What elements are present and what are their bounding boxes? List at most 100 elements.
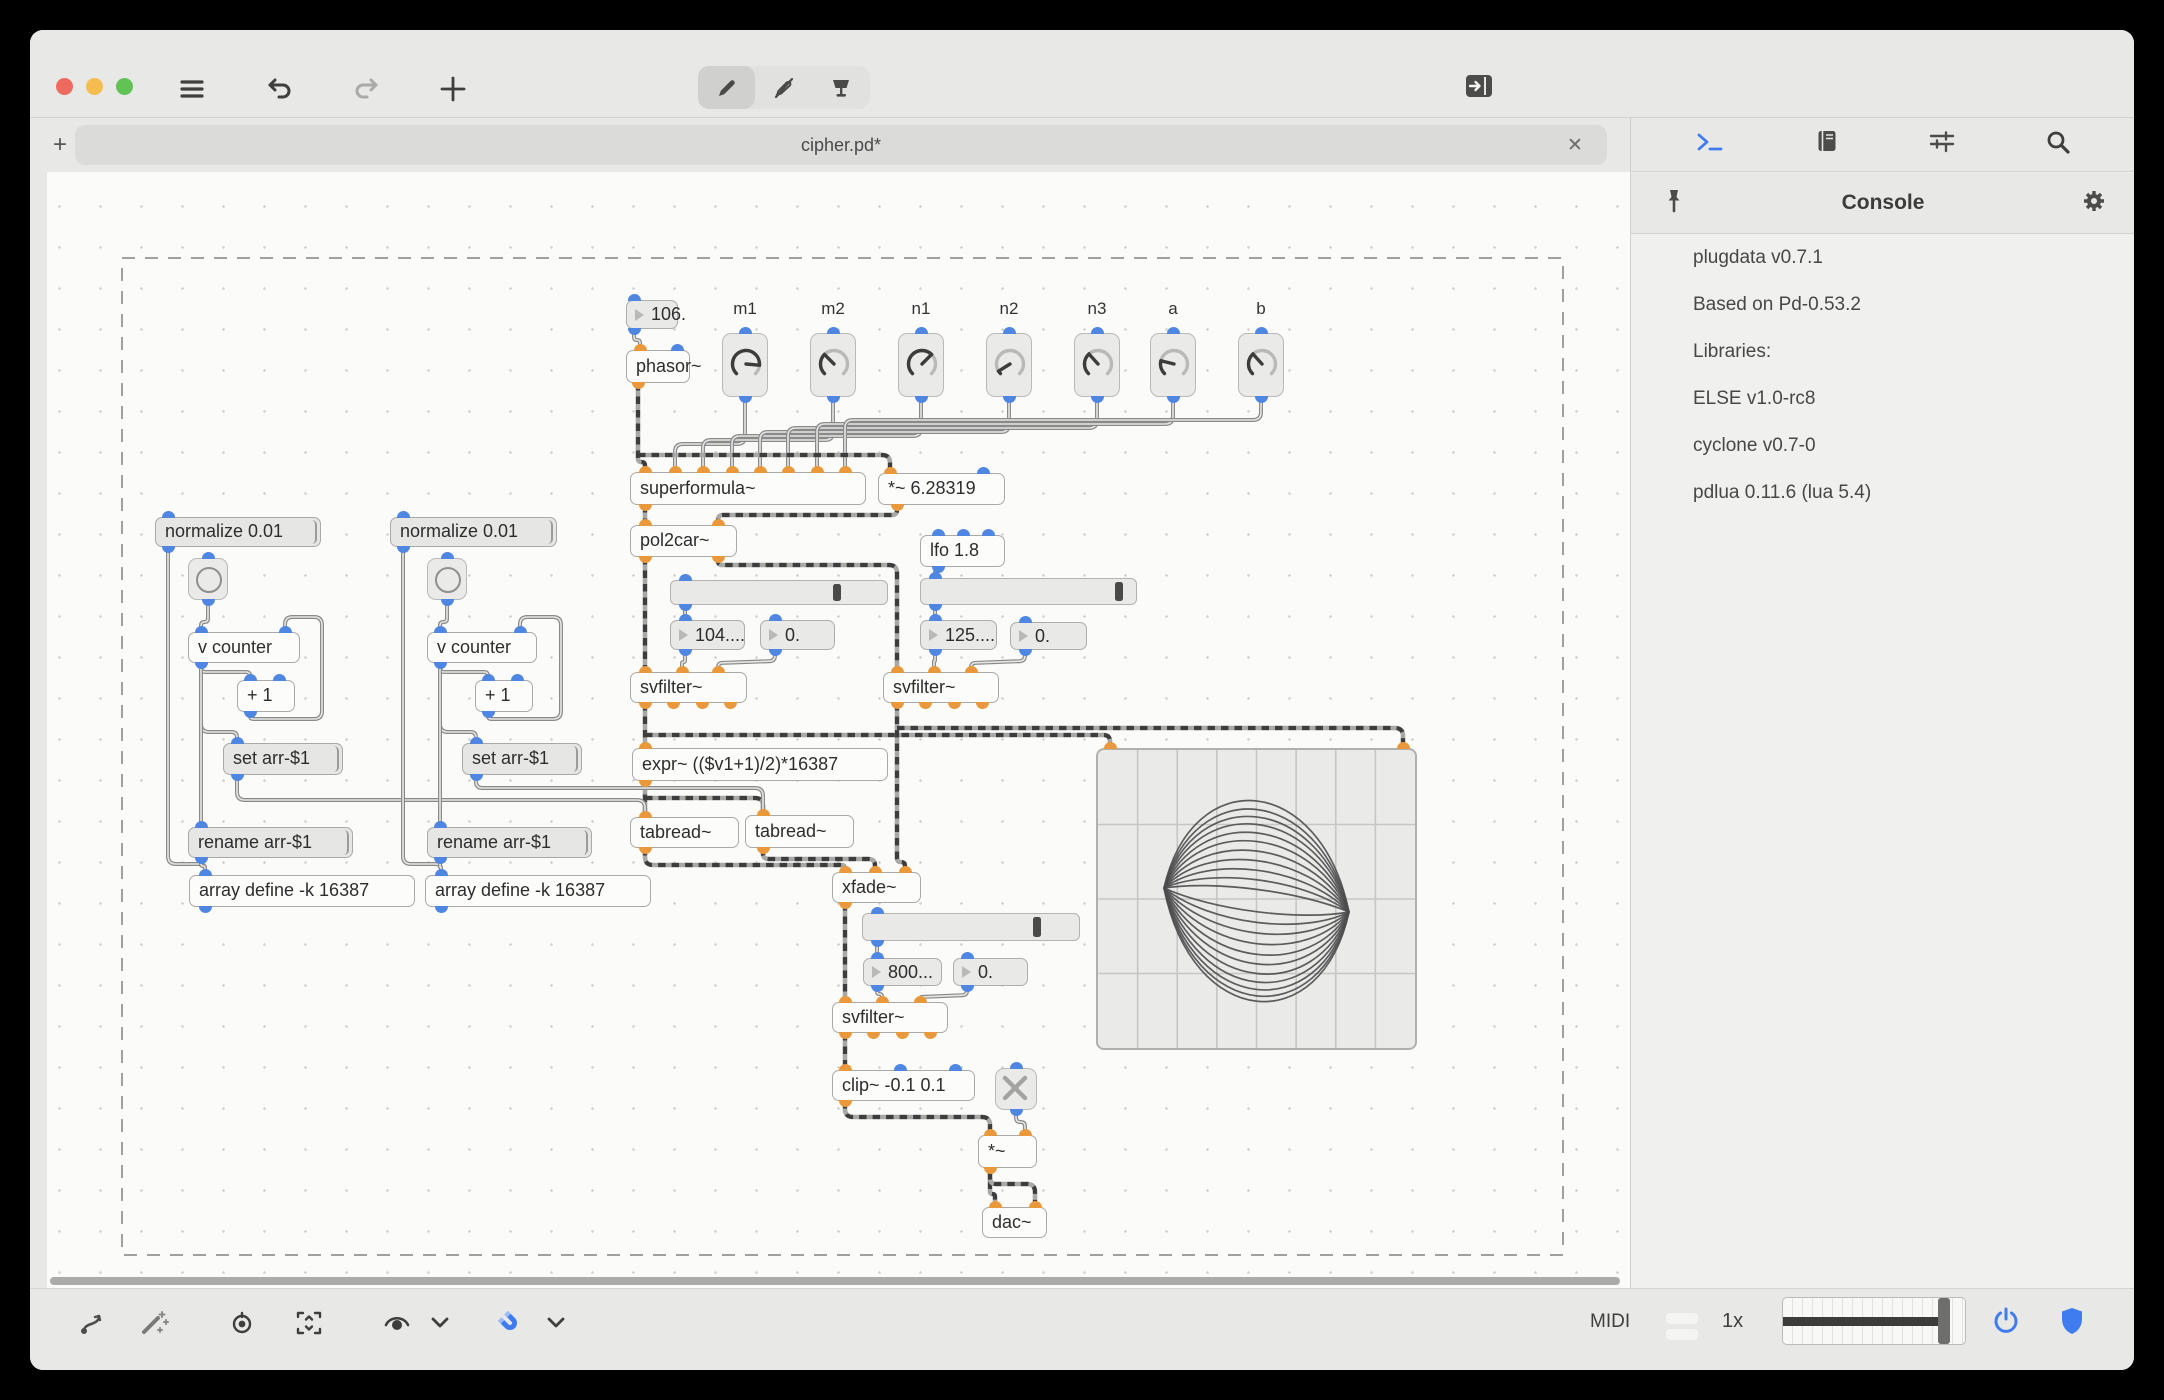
volume-slider[interactable]: [1782, 1297, 1966, 1345]
inlet[interactable]: [1254, 327, 1268, 334]
overlay-visibility-button[interactable]: [377, 1303, 417, 1343]
node-normA[interactable]: normalize 0.01: [155, 517, 321, 547]
node-setB[interactable]: set arr-$1: [462, 743, 582, 775]
node-lfo[interactable]: lfo 1.8: [920, 535, 1005, 567]
inlet[interactable]: [678, 574, 692, 581]
node-svfL[interactable]: svfilter~: [630, 672, 747, 703]
inlet[interactable]: [838, 996, 852, 1003]
inlet[interactable]: [756, 809, 770, 816]
close-window-button[interactable]: [56, 78, 73, 95]
inlet[interactable]: [983, 1129, 997, 1136]
patch-canvas[interactable]: 106. phasor~ m1 m2 n1 n2 n3 a b superformula~ *~ 6…: [47, 172, 1630, 1288]
close-tab-button[interactable]: ✕: [1563, 133, 1587, 157]
inlet[interactable]: [928, 572, 942, 579]
inlet[interactable]: [243, 674, 257, 681]
inlet[interactable]: [678, 614, 692, 621]
node-dac[interactable]: dac~: [982, 1207, 1047, 1238]
inlet[interactable]: [870, 952, 884, 959]
dsp-power-button[interactable]: [1986, 1301, 2026, 1341]
inlet[interactable]: [914, 327, 928, 334]
tab-cipher[interactable]: cipher.pd* ✕: [75, 125, 1607, 165]
volume-handle[interactable]: [1938, 1298, 1951, 1344]
inlet[interactable]: [638, 466, 652, 473]
node-clip[interactable]: clip~ -0.1 0.1: [832, 1070, 975, 1101]
node-bangA[interactable]: [188, 558, 228, 600]
inlet[interactable]: [675, 666, 689, 673]
node-tabreadR[interactable]: tabread~: [745, 815, 854, 848]
inlet[interactable]: [981, 529, 995, 536]
inlet[interactable]: [469, 737, 483, 744]
node-renameA[interactable]: rename arr-$1: [188, 827, 353, 858]
node-num800[interactable]: 800...: [863, 958, 942, 986]
tab-documentation[interactable]: [1814, 129, 1840, 160]
snap-dropdown-button[interactable]: [536, 1303, 576, 1343]
protect-button[interactable]: [2052, 1301, 2092, 1341]
inlet[interactable]: [638, 666, 652, 673]
node-pol2car[interactable]: pol2car~: [630, 525, 737, 557]
fit-to-screen-button[interactable]: [289, 1303, 329, 1343]
tab-search[interactable]: [2045, 129, 2071, 160]
inlet[interactable]: [931, 529, 945, 536]
inlet[interactable]: [725, 466, 739, 473]
presentation-mode-button[interactable]: [813, 66, 870, 109]
edit-mode-button[interactable]: [698, 66, 756, 109]
inlet[interactable]: [1103, 742, 1117, 749]
inlet[interactable]: [711, 666, 725, 673]
inlet[interactable]: [927, 666, 941, 673]
inlet[interactable]: [964, 666, 978, 673]
tidy-up-button[interactable]: [134, 1303, 174, 1343]
inlet[interactable]: [481, 674, 495, 681]
inlet[interactable]: [868, 866, 882, 873]
inlet[interactable]: [633, 344, 647, 351]
node-num0c[interactable]: 0.: [953, 958, 1028, 986]
node-setA[interactable]: set arr-$1: [223, 743, 343, 775]
node-expr[interactable]: expr~ (($v1+1)/2)*16387: [632, 748, 888, 781]
inlet[interactable]: [870, 907, 884, 914]
inlet[interactable]: [1166, 327, 1180, 334]
inlet[interactable]: [1009, 1062, 1023, 1069]
node-num104[interactable]: 104....: [670, 620, 745, 650]
node-xfade[interactable]: xfade~: [832, 872, 921, 903]
node-normB[interactable]: normalize 0.01: [390, 517, 557, 547]
node-arrayB[interactable]: array define -k 16387: [425, 875, 651, 907]
inlet[interactable]: [1018, 1129, 1032, 1136]
inlet[interactable]: [433, 626, 447, 633]
inlet[interactable]: [161, 511, 175, 518]
inlet[interactable]: [956, 529, 970, 536]
node-arrayA[interactable]: array define -k 16387: [189, 875, 415, 907]
node-tabreadL[interactable]: tabread~: [630, 817, 739, 848]
node-vcB[interactable]: v counter: [427, 632, 537, 663]
inlet[interactable]: [826, 327, 840, 334]
node-bangB[interactable]: [427, 558, 467, 600]
snap-button[interactable]: [490, 1303, 530, 1343]
node-star2[interactable]: *~: [978, 1135, 1037, 1168]
oversampling-label[interactable]: 1x: [1722, 1310, 1743, 1333]
inlet[interactable]: [890, 666, 904, 673]
slider-handle[interactable]: [1115, 582, 1124, 601]
inlet[interactable]: [1090, 327, 1104, 334]
tab-parameters[interactable]: [1928, 129, 1956, 160]
inlet[interactable]: [913, 996, 927, 1003]
node-knob-n3[interactable]: [1074, 333, 1120, 397]
node-knob-b[interactable]: [1238, 333, 1284, 397]
undo-button[interactable]: [263, 74, 297, 104]
node-knob-m1[interactable]: [722, 333, 768, 397]
node-knob-a[interactable]: [1150, 333, 1196, 397]
slider-handle[interactable]: [833, 584, 842, 601]
inlet[interactable]: [781, 466, 795, 473]
node-knob-m2[interactable]: [810, 333, 856, 397]
inlet[interactable]: [875, 996, 889, 1003]
inlet[interactable]: [838, 866, 852, 873]
node-superformula[interactable]: superformula~: [630, 472, 866, 505]
inlet[interactable]: [440, 552, 454, 559]
overlay-dropdown-button[interactable]: [420, 1303, 460, 1343]
inlet[interactable]: [883, 467, 897, 474]
new-object-button[interactable]: [436, 74, 470, 104]
inlet[interactable]: [948, 1064, 962, 1071]
node-knob-n1[interactable]: [898, 333, 944, 397]
node-plusA[interactable]: + 1: [237, 680, 295, 712]
inlet[interactable]: [510, 674, 524, 681]
node-sliderL[interactable]: [670, 580, 888, 605]
inlet[interactable]: [976, 467, 990, 474]
inlet[interactable]: [988, 1201, 1002, 1208]
